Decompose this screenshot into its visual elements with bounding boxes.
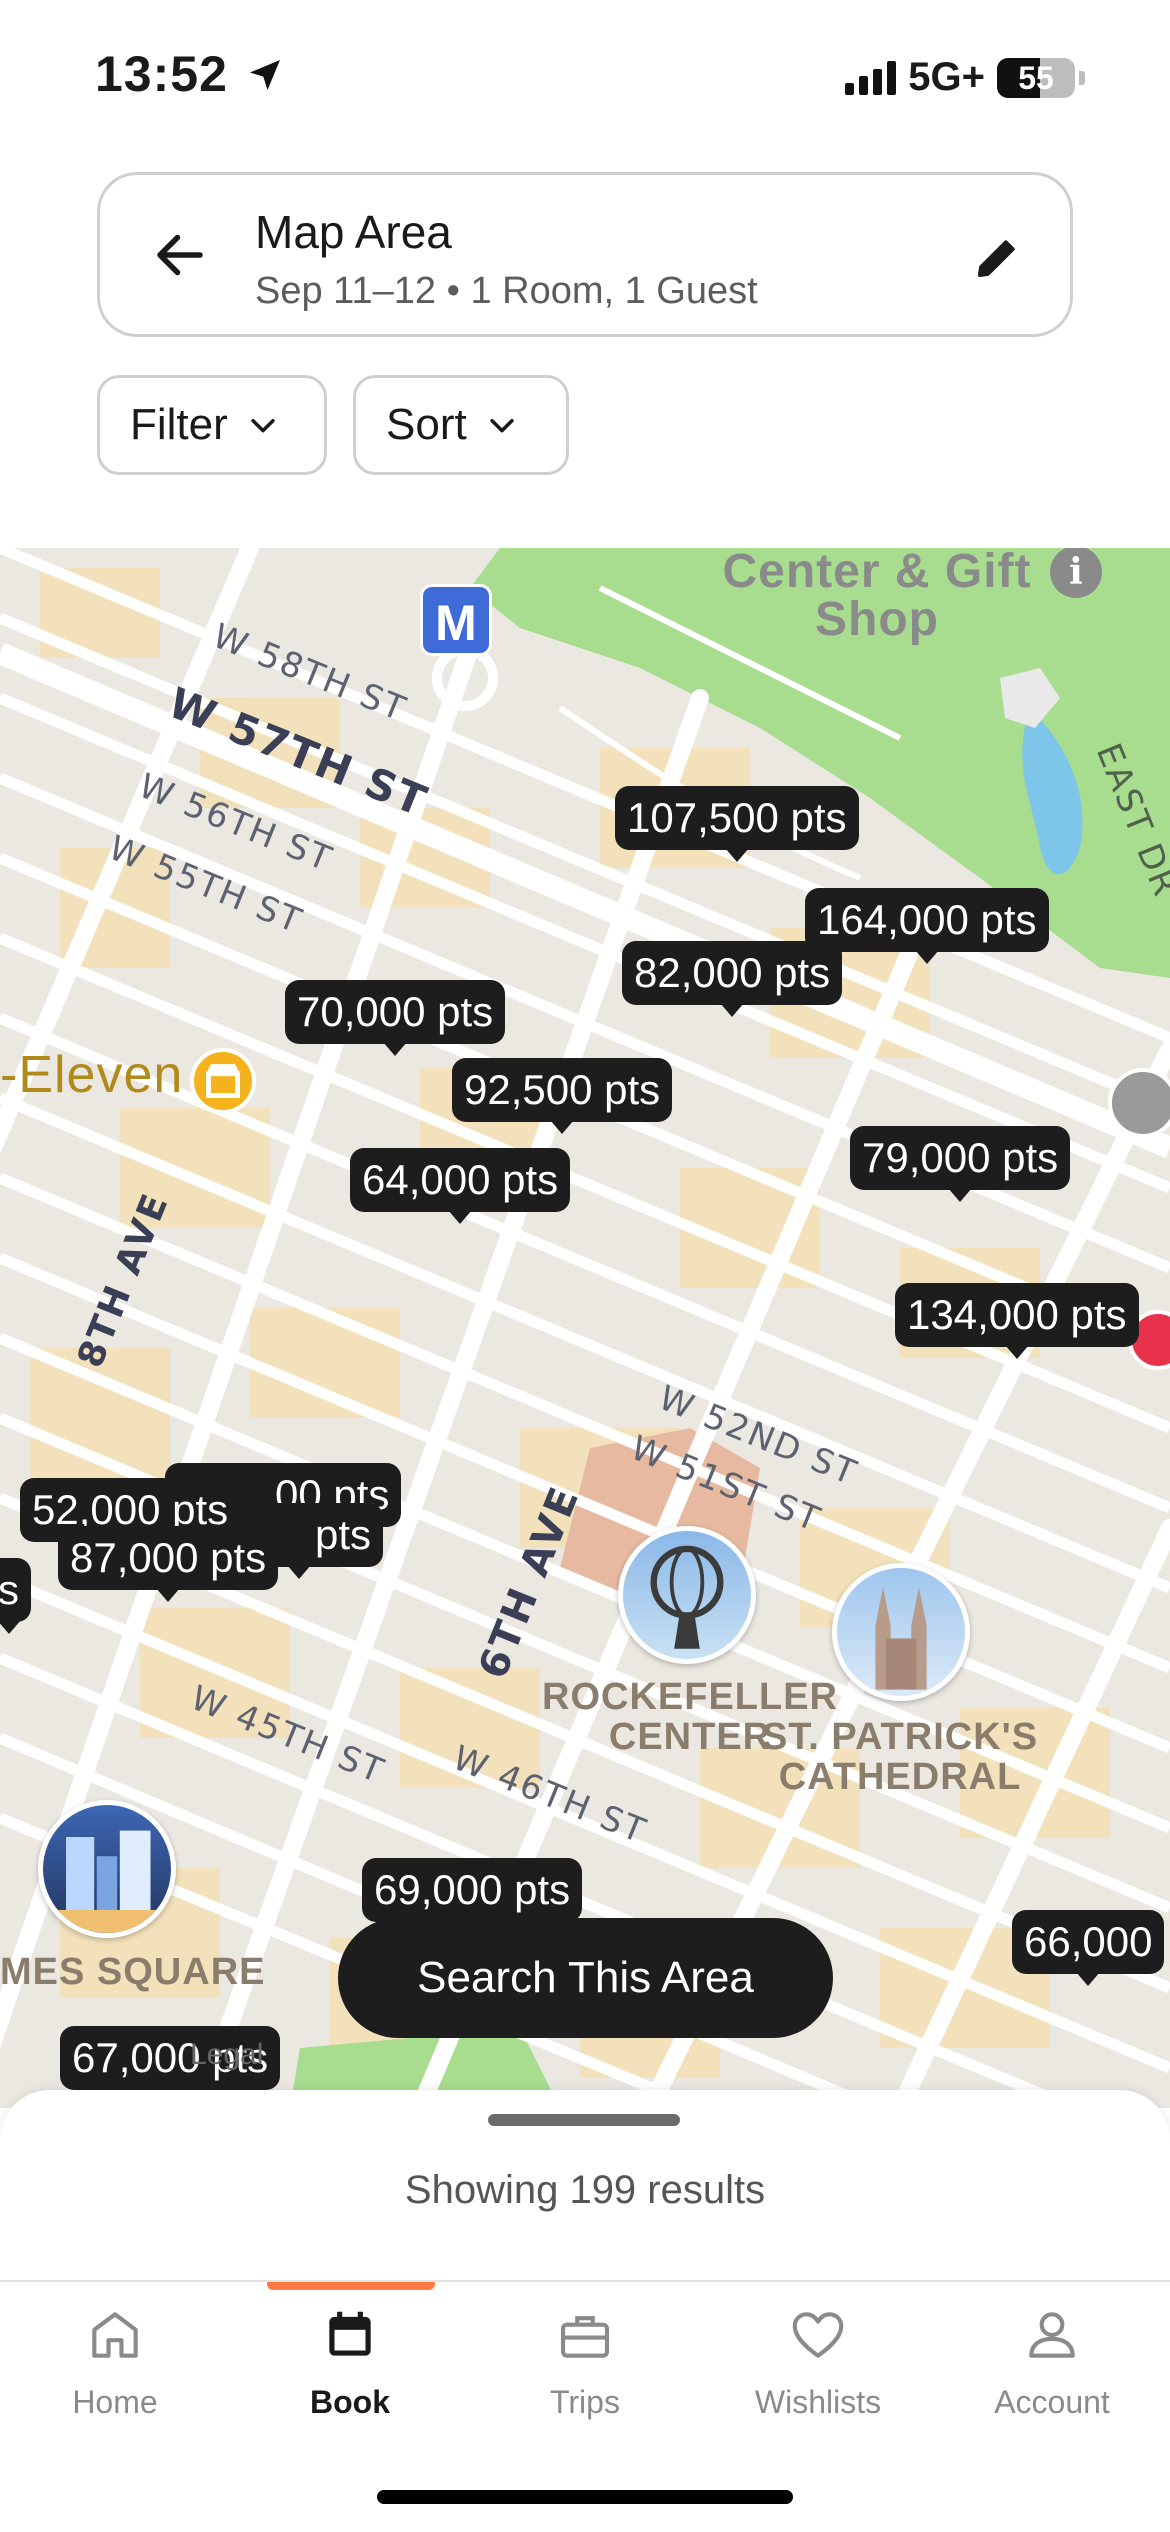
tab-wishlists-label: Wishlists [754,2384,882,2420]
chevron-down-icon [251,418,275,433]
price-pin[interactable]: 82,000 pts [622,941,843,1017]
price-pin[interactable]: 79,000 pts [850,1126,1071,1202]
active-tab-indicator [267,2282,435,2290]
store-icon [190,1048,256,1114]
signal-icon [845,60,897,95]
tab-home[interactable]: Home [15,2304,215,2421]
search-title: Map Area [255,206,452,258]
search-this-area-button[interactable]: Search This Area [338,1918,833,2038]
tab-account[interactable]: Account [952,2304,1152,2421]
poi-seven-eleven-label: -Eleven [0,1046,184,1104]
sort-label: Sort [386,400,467,449]
heart-icon [792,2312,844,2358]
metro-icon[interactable]: M [420,584,492,656]
status-indicators: 5G+ 55 [845,55,1085,100]
network-type: 5G+ [908,55,985,99]
edit-pencil-icon[interactable] [971,230,1025,284]
search-dates-guests: Sep 11–12 • 1 Room, 1 Guest [255,270,758,312]
battery-level: 55 [1018,59,1054,96]
price-pin[interactable]: 69,000 pts [362,1858,583,1934]
back-arrow-icon[interactable] [150,225,210,285]
person-icon [1029,2312,1075,2358]
poi-st-patricks-label: ST. PATRICK'S CATHEDRAL [761,1716,1039,1798]
location-arrow-icon [250,60,280,90]
filter-button[interactable]: Filter [97,375,327,475]
tab-account-label: Account [994,2384,1110,2420]
sort-button[interactable]: Sort [353,375,569,475]
chevron-down-icon [490,418,514,433]
apple-store-icon[interactable] [1108,1068,1170,1138]
calendar-icon [329,2311,371,2356]
price-pin[interactable]: 134,000 pts [895,1283,1139,1359]
tab-trips[interactable]: Trips [485,2304,685,2421]
results-count: Showing 199 results [404,2168,766,2212]
map-area-search-box[interactable]: Map Area Sep 11–12 • 1 Room, 1 Guest [97,172,1073,337]
map-legal-link[interactable]: Legal [190,2038,263,2072]
price-pin[interactable]: s [0,1558,31,1634]
home-icon [92,2312,138,2358]
results-sheet[interactable]: Showing 199 results [0,2090,1170,2282]
price-pin[interactable]: 70,000 pts [285,980,506,1056]
poi-st-patricks: ST. PATRICK'S CATHEDRAL [760,1716,1040,1798]
home-indicator [377,2490,793,2504]
tab-book[interactable]: Book [250,2304,450,2421]
tab-home-label: Home [72,2384,158,2420]
status-time: 13:52 [95,46,228,102]
battery-icon: 55 [997,57,1075,98]
poi-times-square: MES SQUARE [0,1951,266,1993]
map-view[interactable]: W 58TH ST W 57TH ST W 56TH ST W 55TH ST … [0,548,1170,2108]
poi-gift-shop[interactable]: Center & Gift Shop [712,548,1042,644]
price-pin[interactable]: 64,000 pts [350,1148,571,1224]
st-patricks-cathedral-landmark[interactable] [832,1563,970,1701]
poi-times-square-label: MES SQUARE [0,1951,266,1993]
price-pin[interactable]: 92,500 pts [452,1058,673,1134]
search-this-area-label: Search This Area [417,1953,754,2002]
price-pin[interactable]: 66,000 [1012,1910,1165,1986]
sheet-grabber[interactable] [488,2114,680,2126]
status-bar: 13:52 5G+ 55 [0,0,1170,150]
filter-label: Filter [130,400,228,449]
briefcase-icon [560,2316,610,2358]
tab-book-label: Book [310,2384,390,2420]
poi-seven-eleven[interactable]: -Eleven [0,1048,183,1103]
tab-trips-label: Trips [550,2384,620,2420]
price-pin[interactable]: 164,000 pts [805,888,1049,964]
poi-gift-shop-label: Center & Gift Shop [722,548,1032,646]
metro-label: M [435,595,477,651]
tab-wishlists[interactable]: Wishlists [718,2304,918,2421]
price-pin[interactable]: 107,500 pts [615,786,859,862]
rockefeller-center-landmark[interactable] [618,1526,756,1664]
price-pin[interactable]: 87,000 pts [58,1526,279,1602]
info-icon[interactable]: i [1050,548,1102,598]
times-square-landmark[interactable] [38,1800,176,1938]
